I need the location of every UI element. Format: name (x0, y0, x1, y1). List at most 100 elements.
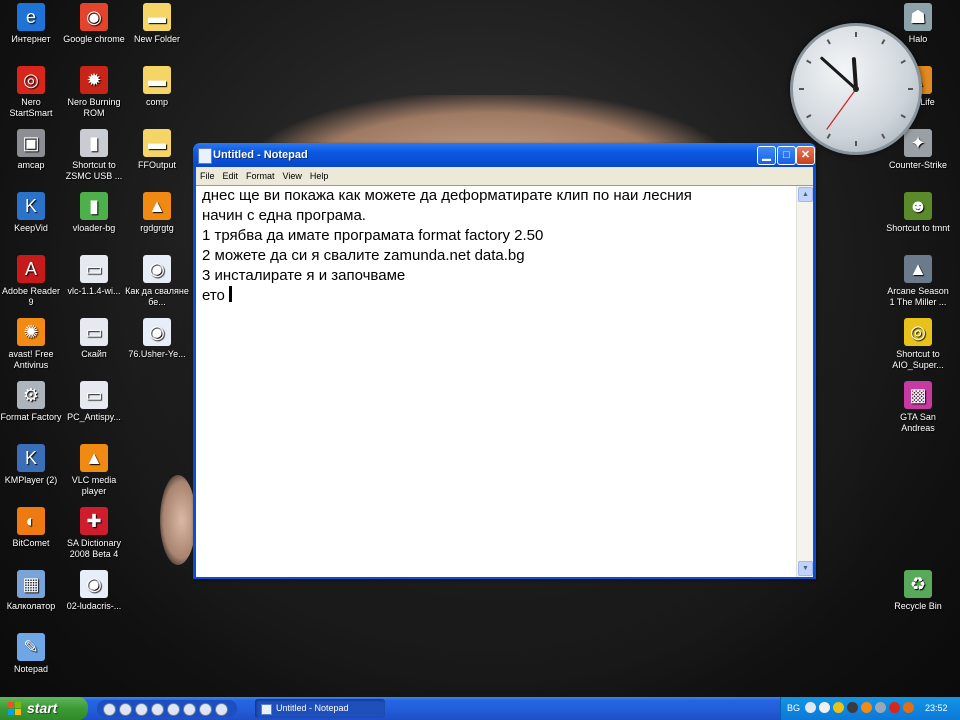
clock-gadget[interactable] (790, 23, 922, 155)
menu-help[interactable]: Help (306, 167, 333, 181)
desktop-icon[interactable]: ▭ vlc-1.1.4-wi... (62, 255, 126, 297)
media-volume-icon[interactable] (215, 703, 228, 716)
desktop-icon[interactable]: ▮ vloader-bg (62, 192, 126, 234)
desktop-icon-image: ▭ (80, 381, 108, 409)
media-next-icon[interactable] (199, 703, 212, 716)
desktop-icon-label: amcap (17, 160, 45, 170)
desktop-icon[interactable]: ▬ New Folder (125, 3, 189, 45)
desktop-icon[interactable]: ▦ Калколатор (0, 570, 63, 612)
text-editor[interactable]: днес ще ви покажа как можете да деформат… (196, 185, 813, 577)
tray-network-icon[interactable] (805, 702, 816, 713)
menu-bar: File Edit Format View Help (196, 167, 813, 185)
vertical-scrollbar[interactable]: ▲ ▼ (796, 186, 813, 577)
desktop-icon[interactable]: ◐ BitComet (0, 507, 63, 549)
clock-tick (826, 133, 831, 139)
desktop-icon[interactable]: ◎ Nero StartSmart (0, 66, 63, 119)
menu-file[interactable]: File (196, 167, 219, 181)
notepad-titlebar[interactable]: Untitled - Notepad ▁ □ ✕ (193, 143, 816, 167)
minimize-button[interactable]: ▁ (757, 146, 776, 165)
text-line: 2 можете да си я свалите zamunda.net dat… (202, 247, 525, 264)
menu-view[interactable]: View (279, 167, 306, 181)
text-line: ето (202, 287, 225, 304)
taskbar: start Untitled - Notepad BG 23:52 (0, 697, 960, 720)
menu-format[interactable]: Format (242, 167, 279, 181)
language-indicator[interactable]: BG (787, 703, 800, 713)
desktop-icon-image: A (17, 255, 45, 283)
desktop-icon[interactable]: ▩ GTA San Andreas (886, 381, 950, 434)
desktop-icon[interactable]: K KMPlayer (2) (0, 444, 63, 486)
scroll-down-arrow-icon[interactable]: ▼ (798, 561, 813, 576)
desktop-icon-image: ▬ (143, 66, 171, 94)
tray-volume-icon[interactable] (875, 702, 886, 713)
desktop-icon[interactable]: ♻ Recycle Bin (886, 570, 950, 612)
desktop-icon[interactable]: e Интернет (0, 3, 63, 45)
desktop-icon[interactable]: ◉ 02-ludacris-... (62, 570, 126, 612)
clock-tick (900, 114, 906, 119)
text-line: 3 инсталирате я и започваме (202, 267, 406, 284)
desktop-icon-label: BitComet (12, 538, 50, 548)
desktop-icon[interactable]: ✹ Nero Burning ROM (62, 66, 126, 119)
tray-app-icon[interactable] (903, 702, 914, 713)
desktop-icon-label: New Folder (133, 34, 180, 44)
taskbar-item-notepad[interactable]: Untitled - Notepad (255, 699, 385, 718)
start-button[interactable]: start (0, 697, 88, 720)
media-stop-icon[interactable] (151, 703, 164, 716)
notepad-icon (261, 704, 272, 715)
tray-app-icon[interactable] (847, 702, 858, 713)
tray-app-icon[interactable] (819, 702, 830, 713)
desktop-icon[interactable]: ✺ avast! Free Antivirus (0, 318, 63, 371)
desktop-icon[interactable]: ▣ amcap (0, 129, 63, 171)
tray-media-icon[interactable] (833, 702, 844, 713)
desktop-icon-image: ▭ (80, 255, 108, 283)
desktop-icon[interactable]: ✎ Notepad (0, 633, 63, 675)
media-pause-icon[interactable] (135, 703, 148, 716)
tray-app-icon[interactable] (889, 702, 900, 713)
system-tray: BG 23:52 (780, 697, 960, 720)
desktop-icon[interactable]: ⚙ Format Factory (0, 381, 63, 423)
desktop-icon-label: GTA San Andreas (900, 412, 936, 433)
document-text[interactable]: днес ще ви покажа как можете да деформат… (202, 186, 792, 306)
desktop-icon[interactable]: ◎ Shortcut to AIO_Super... (886, 318, 950, 371)
scroll-up-arrow-icon[interactable]: ▲ (798, 187, 813, 202)
desktop-icon-label: Скайп (81, 349, 107, 359)
desktop-icon[interactable]: ▲ Arcane Season 1 The Miller ... (886, 255, 950, 308)
desktop-icon-image: ▲ (143, 192, 171, 220)
desktop-icon[interactable]: ◉ Google chrome (62, 3, 126, 45)
desktop-icon-image: e (17, 3, 45, 31)
desktop-icon-image: ▮ (80, 192, 108, 220)
notepad-window[interactable]: Untitled - Notepad ▁ □ ✕ File Edit Format V… (193, 143, 816, 579)
desktop-icon-image: ▲ (904, 255, 932, 283)
desktop-icon[interactable]: ▲ VLC media player (62, 444, 126, 497)
media-back-icon[interactable] (167, 703, 180, 716)
desktop-icon[interactable]: ▬ comp (125, 66, 189, 108)
desktop-icon-image: K (17, 192, 45, 220)
text-caret (228, 286, 232, 302)
desktop-icon[interactable]: ☻ Shortcut to tmnt (886, 192, 950, 234)
taskbar-clock[interactable]: 23:52 (925, 703, 948, 713)
desktop-icon[interactable]: ▭ Скайп (62, 318, 126, 360)
desktop-icon[interactable]: ✚ SA Dictionary 2008 Beta 4 (62, 507, 126, 560)
media-prev-icon[interactable] (119, 703, 132, 716)
text-line: днес ще ви покажа как можете да деформат… (202, 187, 692, 204)
desktop-icon-image: ▩ (904, 381, 932, 409)
desktop-icon-label: Notepad (13, 664, 49, 674)
media-forward-icon[interactable] (183, 703, 196, 716)
close-button[interactable]: ✕ (796, 146, 815, 165)
desktop-icon-label: Recycle Bin (894, 601, 942, 611)
desktop-icon[interactable]: ▬ FFOutput (125, 129, 189, 171)
desktop-icon[interactable]: ◉ 76.Usher-Ye... (125, 318, 189, 360)
desktop-icon[interactable]: ▮ Shortcut to ZSMC USB ... (62, 129, 126, 182)
media-logo-icon[interactable] (103, 703, 116, 716)
desktop-icon-label: Shortcut to tmnt (886, 223, 950, 233)
menu-edit[interactable]: Edit (219, 167, 243, 181)
desktop-icon[interactable]: A Adobe Reader 9 (0, 255, 63, 308)
desktop-icon-label: KMPlayer (2) (4, 475, 58, 485)
desktop-icon[interactable]: ▭ PC_Antispy... (62, 381, 126, 423)
desktop-icon-label: KeepVid (14, 223, 48, 233)
desktop-icon[interactable]: ▲ rgdgrgtg (125, 192, 189, 234)
desktop-icon[interactable]: K KeepVid (0, 192, 63, 234)
desktop-icon-image: ◉ (143, 255, 171, 283)
desktop-icon[interactable]: ◉ Как да сваляне бе... (125, 255, 189, 308)
maximize-button[interactable]: □ (777, 146, 796, 165)
tray-avast-icon[interactable] (861, 702, 872, 713)
